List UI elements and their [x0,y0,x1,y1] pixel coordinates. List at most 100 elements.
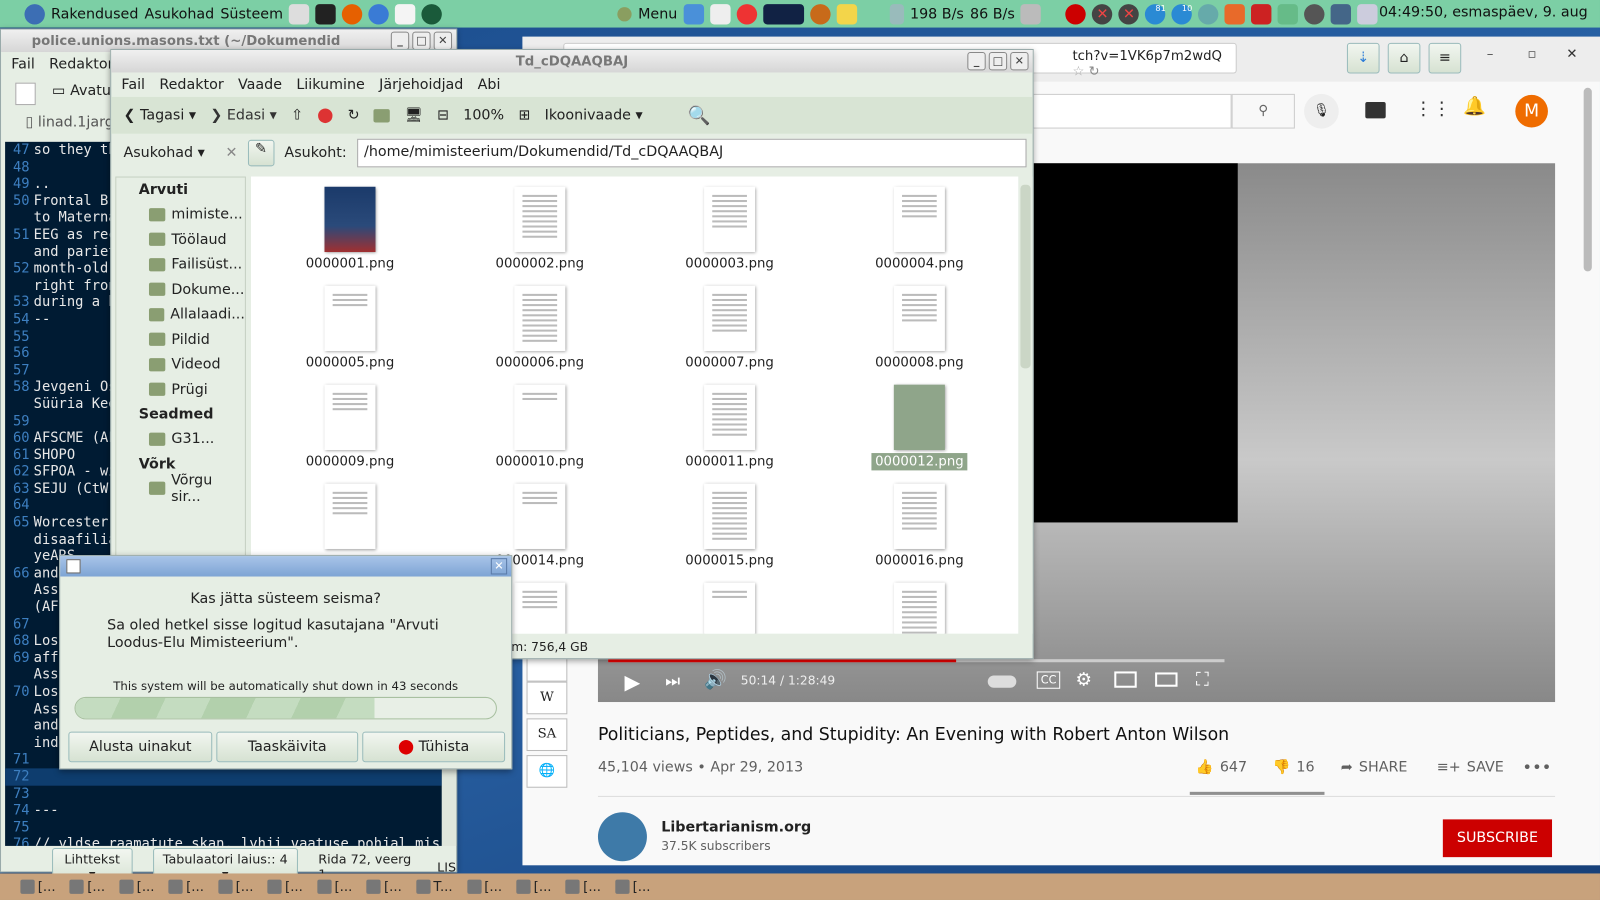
zoom-out-button[interactable]: ⊟ [437,107,449,123]
network-icon[interactable] [889,3,904,24]
notes-icon[interactable] [836,3,857,24]
like-button[interactable]: 👍 647 [1196,759,1247,775]
scrollbar[interactable] [1583,87,1592,272]
menu-system[interactable]: Süsteem [220,6,283,22]
taskbar-item[interactable]: [... [218,879,253,894]
taskbar-item[interactable]: [... [565,879,601,894]
taskbar-item[interactable]: [... [366,879,402,894]
minimize-button[interactable]: _ [967,52,986,71]
sidebar-sa-icon[interactable]: SA [526,718,568,752]
volume-icon[interactable] [1020,3,1042,24]
suspend-button[interactable]: Alusta uinakut [68,731,213,763]
avatar[interactable]: M [1515,94,1548,128]
fm-menu-item[interactable]: Liikumine [296,77,365,93]
forward-button[interactable]: ❯ Edasi ▾ [210,107,277,123]
menu-button[interactable]: Menu [638,6,677,22]
search-button[interactable]: ⚲ [1231,93,1295,129]
back-button[interactable]: ❮ Tagasi ▾ [123,107,196,123]
fm-menu-item[interactable]: Järjehoidjad [379,77,463,93]
battery-icon[interactable] [1357,3,1379,24]
tasks-icon[interactable] [683,3,704,24]
file-icon[interactable]: 0000007.png [653,285,806,370]
taskbar-item[interactable]: [... [119,879,154,894]
file-icon[interactable] [653,582,806,634]
dislike-button[interactable]: 👎 16 [1272,759,1314,775]
disabled-icon[interactable]: ✕ [1092,3,1113,24]
notifications-bell-icon[interactable]: 🔔 [1463,96,1486,117]
file-icon[interactable]: 0000006.png [463,285,616,370]
record-icon[interactable] [1065,3,1087,24]
search-icon[interactable] [809,3,831,24]
close-button[interactable]: ✕ [1566,47,1577,62]
file-icon[interactable] [843,582,996,634]
thunderbird-icon[interactable] [368,3,390,24]
close-button[interactable]: ✕ [433,31,453,50]
menu-places[interactable]: Asukohad [145,6,215,22]
maximize-button[interactable]: □ [412,31,431,50]
clock-app-icon[interactable] [709,3,731,24]
minimize-button[interactable]: – [1487,47,1494,62]
sidebar-item[interactable]: Töölaud [116,227,245,252]
system-monitor-icon[interactable] [763,3,804,24]
gtk-icon[interactable] [736,3,757,24]
youtube-search-input[interactable] [1032,93,1232,129]
file-icon[interactable]: 0000012.png [843,384,996,471]
more-actions-button[interactable]: ••• [1522,757,1551,776]
sidebar-item[interactable]: Failisüst... [116,252,245,277]
fullscreen-button[interactable]: ⛶ [1196,669,1209,690]
disabled-icon[interactable]: ✕ [1118,3,1140,24]
terminal-icon[interactable] [315,3,337,24]
text-editor-icon[interactable] [395,3,416,24]
taskbar-item[interactable]: [... [267,879,303,894]
taskbar-item[interactable]: [... [20,879,56,894]
url-text[interactable]: tch?v=1VK6p7m2wdQ [1072,49,1222,64]
reload-button[interactable]: ↻ [348,107,360,123]
file-icon[interactable]: 0000008.png [843,285,996,370]
downloads-button[interactable]: ⇣ [1346,42,1380,74]
taskbar-item[interactable]: [... [466,879,502,894]
fm-menu-item[interactable]: Vaade [238,77,282,93]
file-icon[interactable]: 0000010.png [463,384,616,469]
signal-icon[interactable] [1331,3,1352,24]
subscribe-button[interactable]: SUBSCRIBE [1442,819,1553,858]
save-button[interactable]: ≡+ SAVE [1437,759,1504,775]
create-video-icon[interactable] [1365,102,1386,119]
share-button[interactable]: ➦ SHARE [1341,759,1408,775]
maximize-button[interactable]: ▫ [1528,47,1537,62]
theater-mode-button[interactable] [1155,672,1178,687]
sidebar-item[interactable]: Võrgu sir... [116,472,245,505]
microphone-icon[interactable]: 🎙 [1304,93,1339,129]
cancel-button[interactable]: ⬤ Tühista [362,731,506,763]
location-input[interactable]: /home/mimisteerium/Dokumendid/Td_cDQAAQB… [356,138,1027,168]
firefox-icon[interactable] [342,3,363,24]
zoom-in-button[interactable]: ⊞ [518,107,530,123]
file-cabinet-icon[interactable] [289,3,310,24]
fm-titlebar[interactable]: Td_cDQAAQBAJ _ □ ✕ [111,49,1033,73]
close-button[interactable]: ✕ [490,558,508,575]
taskbar-item[interactable]: [... [317,879,352,894]
search-icon[interactable]: 🔍 [687,105,710,126]
file-icon[interactable]: 0000001.png [273,186,426,271]
sidebar-item[interactable]: Prügi [116,377,245,402]
taskbar-item[interactable]: [... [615,879,650,894]
taskbar-item[interactable]: [... [69,879,105,894]
taskbar-item[interactable]: [... [516,879,552,894]
file-icon[interactable]: 0000011.png [653,384,806,469]
irc-icon[interactable] [1278,3,1299,24]
settings-gear-icon[interactable]: ⚙ [1076,669,1092,690]
menu-edit[interactable]: Redaktor [49,56,113,72]
open-button[interactable]: ▭ Avatu [52,83,111,105]
reload-icon[interactable]: ↻ [1089,64,1100,79]
channel-name[interactable]: Libertarianism.org [661,819,811,835]
minimize-button[interactable]: _ [390,31,410,50]
dialog-titlebar[interactable]: ✕ [60,556,512,577]
sidebar-mode-dropdown[interactable]: Asukohad ▾ [123,145,215,161]
taskbar-item[interactable]: T... [416,879,453,894]
file-icon[interactable]: 0000016.png [843,483,996,568]
updates-icon[interactable] [1304,3,1325,24]
file-icon[interactable]: 0000004.png [843,186,996,271]
menu-file[interactable]: Fail [11,56,35,72]
telegram-icon[interactable]: 81 [1145,3,1166,24]
bookmark-star-icon[interactable]: ☆ [1072,64,1084,79]
home-folder-button[interactable] [373,108,391,122]
